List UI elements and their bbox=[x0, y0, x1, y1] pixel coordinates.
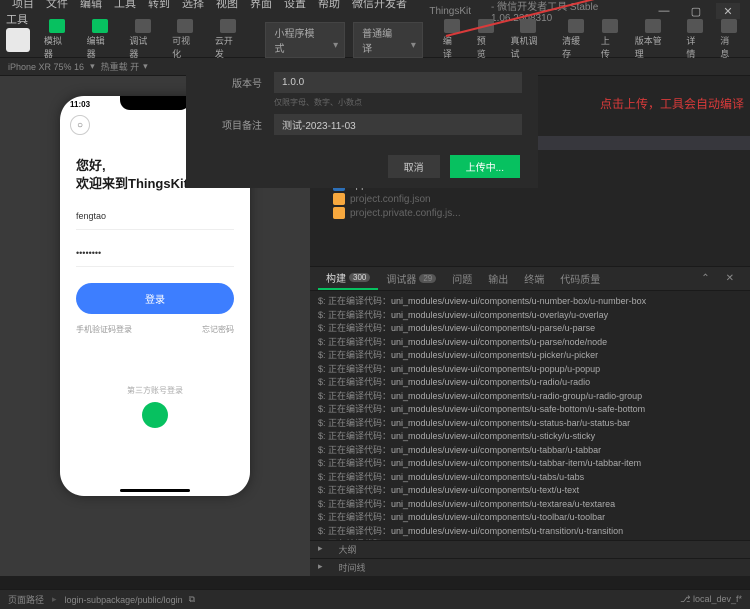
tool-详情[interactable]: 详情 bbox=[680, 17, 710, 62]
path-label: 页面路径 bbox=[8, 593, 44, 606]
timeline-tab[interactable]: 时间线 bbox=[339, 561, 366, 574]
menu-文件[interactable]: 文件 bbox=[40, 0, 74, 10]
third-party-label: 第三方账号登录 bbox=[76, 385, 234, 396]
log-line: $: 正在编译代码：uni_modules/uview-ui/component… bbox=[318, 322, 742, 336]
console-collapse-icon[interactable]: ⌃ bbox=[693, 267, 717, 290]
bottom-tabs-2: ▸ 时间线 bbox=[310, 558, 750, 576]
log-line: $: 正在编译代码：uni_modules/uview-ui/component… bbox=[318, 511, 742, 525]
console-tab-代码质量[interactable]: 代码质量 bbox=[552, 267, 608, 290]
log-line: $: 正在编译代码：uni_modules/uview-ui/component… bbox=[318, 457, 742, 471]
log-line: $: 正在编译代码：uni_modules/uview-ui/component… bbox=[318, 403, 742, 417]
version-input[interactable] bbox=[274, 72, 522, 93]
avatar[interactable] bbox=[6, 28, 30, 52]
menu-转到[interactable]: 转到 bbox=[142, 0, 176, 10]
tool-调试器[interactable]: 调试器 bbox=[123, 17, 162, 62]
phone-notch bbox=[120, 96, 190, 110]
menu-视图[interactable]: 视图 bbox=[210, 0, 244, 10]
forgot-password-link[interactable]: 忘记密码 bbox=[202, 324, 234, 335]
console-tab-构建[interactable]: 构建300 bbox=[318, 267, 378, 290]
log-line: $: 正在编译代码：uni_modules/uview-ui/component… bbox=[318, 484, 742, 498]
console-tab-调试器[interactable]: 调试器29 bbox=[378, 267, 444, 290]
version-hint: 仅限字母、数字、小数点 bbox=[274, 97, 522, 108]
log-line: $: 正在编译代码：uni_modules/uview-ui/component… bbox=[318, 363, 742, 377]
log-line: $: 正在编译代码：uni_modules/uview-ui/component… bbox=[318, 295, 742, 309]
mode-select[interactable]: 小程序模式 bbox=[265, 22, 345, 58]
phone-time: 11:03 bbox=[70, 100, 90, 109]
cancel-button[interactable]: 取消 bbox=[388, 155, 440, 178]
tool-消息[interactable]: 消息 bbox=[714, 17, 744, 62]
back-icon[interactable]: ○ bbox=[70, 115, 90, 135]
tool-可视化[interactable]: 可视化 bbox=[166, 17, 205, 62]
annotation-text: 点击上传，工具会自动编译 bbox=[600, 95, 744, 112]
sms-login-link[interactable]: 手机验证码登录 bbox=[76, 324, 132, 335]
menu-帮助[interactable]: 帮助 bbox=[312, 0, 346, 10]
menu-项目[interactable]: 项目 bbox=[6, 0, 40, 10]
log-line: $: 正在编译代码：uni_modules/uview-ui/component… bbox=[318, 336, 742, 350]
menu-选择[interactable]: 选择 bbox=[176, 0, 210, 10]
console-close-icon[interactable]: ✕ bbox=[718, 267, 742, 290]
compile-select[interactable]: 普通编译 bbox=[353, 22, 423, 58]
tool-上传[interactable]: 上传 bbox=[595, 17, 625, 62]
log-line: $: 正在编译代码：uni_modules/uview-ui/component… bbox=[318, 444, 742, 458]
wechat-login-icon[interactable] bbox=[142, 402, 168, 428]
tool-模拟器[interactable]: 模拟器 bbox=[38, 17, 77, 62]
version-label: 版本号 bbox=[202, 75, 262, 90]
log-line: $: 正在编译代码：uni_modules/uview-ui/component… bbox=[318, 471, 742, 485]
menu-工具[interactable]: 工具 bbox=[108, 0, 142, 10]
bottom-tabs: ▸ 大纲 bbox=[310, 540, 750, 558]
hot-reload-label[interactable]: 热重载 开 bbox=[101, 60, 140, 73]
remark-input[interactable] bbox=[274, 114, 522, 135]
tool-编译[interactable]: 编译 bbox=[437, 17, 467, 62]
tool-清缓存[interactable]: 清缓存 bbox=[556, 17, 595, 62]
log-line: $: 正在编译代码：uni_modules/uview-ui/component… bbox=[318, 376, 742, 390]
console-tabs: 构建300调试器29问题输出终端代码质量 ⌃✕ bbox=[310, 266, 750, 291]
console-tab-输出[interactable]: 输出 bbox=[480, 267, 516, 290]
home-indicator bbox=[120, 489, 190, 492]
tool-编辑器[interactable]: 编辑器 bbox=[81, 17, 120, 62]
password-input[interactable] bbox=[76, 240, 234, 267]
git-branch[interactable]: ⎇ local_dev_f* bbox=[680, 594, 742, 605]
menu-界面[interactable]: 界面 bbox=[244, 0, 278, 10]
device-label[interactable]: iPhone XR 75% 16 bbox=[8, 62, 84, 72]
log-line: $: 正在编译代码：uni_modules/uview-ui/component… bbox=[318, 417, 742, 431]
tool-真机调试[interactable]: 真机调试 bbox=[505, 17, 553, 62]
menu-设置[interactable]: 设置 bbox=[278, 0, 312, 10]
menu-编辑[interactable]: 编辑 bbox=[74, 0, 108, 10]
console-tab-问题[interactable]: 问题 bbox=[444, 267, 480, 290]
upload-confirm-button[interactable]: 上传中... bbox=[450, 155, 520, 178]
console-tab-终端[interactable]: 终端 bbox=[516, 267, 552, 290]
file-project.config.json[interactable]: project.config.json bbox=[310, 192, 750, 206]
current-path[interactable]: login-subpackage/public/login bbox=[65, 595, 183, 605]
project-name: ThingsKit bbox=[429, 6, 471, 17]
statusbar: 页面路径 ▸ login-subpackage/public/login ⧉ ⎇… bbox=[0, 589, 750, 609]
log-line: $: 正在编译代码：uni_modules/uview-ui/component… bbox=[318, 349, 742, 363]
console-output: $: 正在编译代码：uni_modules/uview-ui/component… bbox=[310, 291, 750, 540]
log-line: $: 正在编译代码：uni_modules/uview-ui/component… bbox=[318, 390, 742, 404]
login-button[interactable]: 登录 bbox=[76, 283, 234, 314]
log-line: $: 正在编译代码：uni_modules/uview-ui/component… bbox=[318, 309, 742, 323]
tool-版本管理[interactable]: 版本管理 bbox=[629, 17, 677, 62]
file-project.private.config.js...[interactable]: project.private.config.js... bbox=[310, 206, 750, 220]
log-line: $: 正在编译代码：uni_modules/uview-ui/component… bbox=[318, 498, 742, 512]
remark-label: 项目备注 bbox=[202, 117, 262, 132]
upload-dialog: 版本号 仅限字母、数字、小数点 项目备注 取消 上传中... bbox=[186, 58, 538, 188]
tool-云开发[interactable]: 云开发 bbox=[209, 17, 248, 62]
toolbar: 模拟器编辑器调试器可视化云开发 小程序模式 普通编译 编译预览真机调试清缓存 上… bbox=[0, 22, 750, 58]
outline-tab[interactable]: 大纲 bbox=[339, 543, 357, 556]
log-line: $: 正在编译代码：uni_modules/uview-ui/component… bbox=[318, 430, 742, 444]
log-line: $: 正在编译代码：uni_modules/uview-ui/component… bbox=[318, 525, 742, 539]
username-input[interactable] bbox=[76, 203, 234, 230]
